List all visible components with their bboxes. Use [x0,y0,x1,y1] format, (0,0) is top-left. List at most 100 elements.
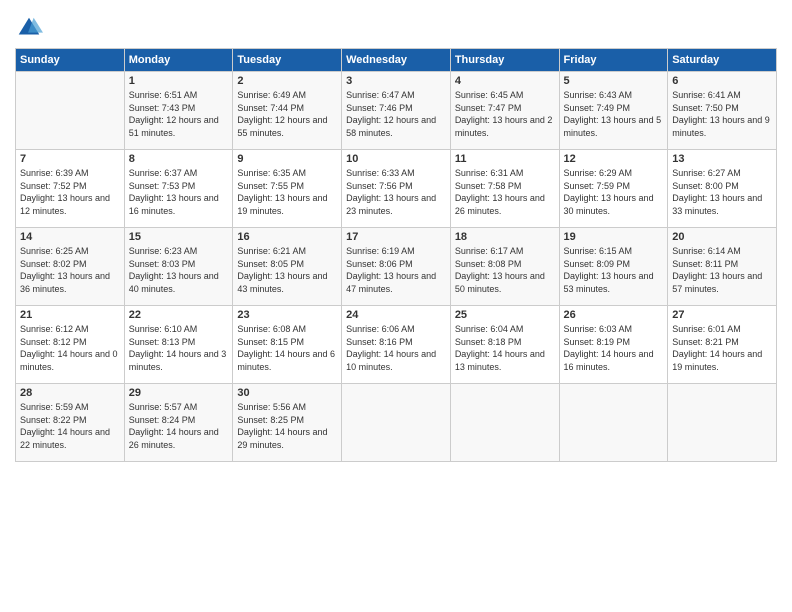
day-info: Sunrise: 6:45 AMSunset: 7:47 PMDaylight:… [455,89,555,139]
day-number: 7 [20,153,120,165]
day-number: 4 [455,75,555,87]
col-header-wednesday: Wednesday [342,49,451,72]
day-number: 6 [672,75,772,87]
day-info: Sunrise: 6:51 AMSunset: 7:43 PMDaylight:… [129,89,229,139]
day-cell: 2 Sunrise: 6:49 AMSunset: 7:44 PMDayligh… [233,72,342,150]
main-container: SundayMondayTuesdayWednesdayThursdayFrid… [0,0,792,472]
day-number: 13 [672,153,772,165]
day-info: Sunrise: 6:41 AMSunset: 7:50 PMDaylight:… [672,89,772,139]
day-cell: 23 Sunrise: 6:08 AMSunset: 8:15 PMDaylig… [233,306,342,384]
day-number: 23 [237,309,337,321]
day-info: Sunrise: 6:49 AMSunset: 7:44 PMDaylight:… [237,89,337,139]
day-number: 8 [129,153,229,165]
col-header-tuesday: Tuesday [233,49,342,72]
day-info: Sunrise: 6:25 AMSunset: 8:02 PMDaylight:… [20,245,120,295]
day-number: 15 [129,231,229,243]
day-cell: 8 Sunrise: 6:37 AMSunset: 7:53 PMDayligh… [124,150,233,228]
week-row-1: 1 Sunrise: 6:51 AMSunset: 7:43 PMDayligh… [16,72,777,150]
day-cell: 10 Sunrise: 6:33 AMSunset: 7:56 PMDaylig… [342,150,451,228]
day-info: Sunrise: 6:43 AMSunset: 7:49 PMDaylight:… [564,89,664,139]
day-cell [16,72,125,150]
day-number: 21 [20,309,120,321]
day-info: Sunrise: 6:29 AMSunset: 7:59 PMDaylight:… [564,167,664,217]
day-info: Sunrise: 6:15 AMSunset: 8:09 PMDaylight:… [564,245,664,295]
header [15,10,777,42]
day-number: 17 [346,231,446,243]
day-info: Sunrise: 6:35 AMSunset: 7:55 PMDaylight:… [237,167,337,217]
day-cell: 16 Sunrise: 6:21 AMSunset: 8:05 PMDaylig… [233,228,342,306]
day-number: 20 [672,231,772,243]
day-number: 28 [20,387,120,399]
day-cell: 14 Sunrise: 6:25 AMSunset: 8:02 PMDaylig… [16,228,125,306]
day-info: Sunrise: 6:19 AMSunset: 8:06 PMDaylight:… [346,245,446,295]
col-header-thursday: Thursday [450,49,559,72]
day-number: 27 [672,309,772,321]
day-info: Sunrise: 6:14 AMSunset: 8:11 PMDaylight:… [672,245,772,295]
day-cell: 19 Sunrise: 6:15 AMSunset: 8:09 PMDaylig… [559,228,668,306]
day-info: Sunrise: 6:06 AMSunset: 8:16 PMDaylight:… [346,323,446,373]
day-number: 18 [455,231,555,243]
day-info: Sunrise: 6:04 AMSunset: 8:18 PMDaylight:… [455,323,555,373]
day-info: Sunrise: 6:39 AMSunset: 7:52 PMDaylight:… [20,167,120,217]
day-cell: 6 Sunrise: 6:41 AMSunset: 7:50 PMDayligh… [668,72,777,150]
day-number: 2 [237,75,337,87]
day-number: 25 [455,309,555,321]
day-number: 16 [237,231,337,243]
day-cell: 30 Sunrise: 5:56 AMSunset: 8:25 PMDaylig… [233,384,342,462]
day-number: 3 [346,75,446,87]
week-row-2: 7 Sunrise: 6:39 AMSunset: 7:52 PMDayligh… [16,150,777,228]
day-info: Sunrise: 6:27 AMSunset: 8:00 PMDaylight:… [672,167,772,217]
day-number: 11 [455,153,555,165]
header-row: SundayMondayTuesdayWednesdayThursdayFrid… [16,49,777,72]
day-number: 22 [129,309,229,321]
day-cell: 26 Sunrise: 6:03 AMSunset: 8:19 PMDaylig… [559,306,668,384]
day-number: 14 [20,231,120,243]
day-cell: 21 Sunrise: 6:12 AMSunset: 8:12 PMDaylig… [16,306,125,384]
day-number: 9 [237,153,337,165]
day-info: Sunrise: 6:10 AMSunset: 8:13 PMDaylight:… [129,323,229,373]
col-header-saturday: Saturday [668,49,777,72]
day-number: 19 [564,231,664,243]
day-info: Sunrise: 6:37 AMSunset: 7:53 PMDaylight:… [129,167,229,217]
week-row-4: 21 Sunrise: 6:12 AMSunset: 8:12 PMDaylig… [16,306,777,384]
day-cell: 4 Sunrise: 6:45 AMSunset: 7:47 PMDayligh… [450,72,559,150]
logo [15,14,47,42]
day-info: Sunrise: 6:47 AMSunset: 7:46 PMDaylight:… [346,89,446,139]
day-info: Sunrise: 5:59 AMSunset: 8:22 PMDaylight:… [20,401,120,451]
day-info: Sunrise: 6:01 AMSunset: 8:21 PMDaylight:… [672,323,772,373]
day-info: Sunrise: 6:33 AMSunset: 7:56 PMDaylight:… [346,167,446,217]
day-info: Sunrise: 6:08 AMSunset: 8:15 PMDaylight:… [237,323,337,373]
day-cell: 29 Sunrise: 5:57 AMSunset: 8:24 PMDaylig… [124,384,233,462]
day-info: Sunrise: 6:17 AMSunset: 8:08 PMDaylight:… [455,245,555,295]
day-cell: 5 Sunrise: 6:43 AMSunset: 7:49 PMDayligh… [559,72,668,150]
day-info: Sunrise: 6:03 AMSunset: 8:19 PMDaylight:… [564,323,664,373]
day-cell [342,384,451,462]
day-cell: 18 Sunrise: 6:17 AMSunset: 8:08 PMDaylig… [450,228,559,306]
day-info: Sunrise: 5:57 AMSunset: 8:24 PMDaylight:… [129,401,229,451]
day-cell: 28 Sunrise: 5:59 AMSunset: 8:22 PMDaylig… [16,384,125,462]
day-number: 29 [129,387,229,399]
day-info: Sunrise: 5:56 AMSunset: 8:25 PMDaylight:… [237,401,337,451]
day-info: Sunrise: 6:23 AMSunset: 8:03 PMDaylight:… [129,245,229,295]
day-cell: 17 Sunrise: 6:19 AMSunset: 8:06 PMDaylig… [342,228,451,306]
day-cell: 22 Sunrise: 6:10 AMSunset: 8:13 PMDaylig… [124,306,233,384]
day-number: 30 [237,387,337,399]
day-cell: 1 Sunrise: 6:51 AMSunset: 7:43 PMDayligh… [124,72,233,150]
day-cell: 13 Sunrise: 6:27 AMSunset: 8:00 PMDaylig… [668,150,777,228]
logo-icon [15,14,43,42]
day-info: Sunrise: 6:31 AMSunset: 7:58 PMDaylight:… [455,167,555,217]
day-cell [450,384,559,462]
day-number: 5 [564,75,664,87]
day-cell: 11 Sunrise: 6:31 AMSunset: 7:58 PMDaylig… [450,150,559,228]
day-cell: 20 Sunrise: 6:14 AMSunset: 8:11 PMDaylig… [668,228,777,306]
col-header-monday: Monday [124,49,233,72]
day-number: 12 [564,153,664,165]
day-cell: 15 Sunrise: 6:23 AMSunset: 8:03 PMDaylig… [124,228,233,306]
day-cell: 24 Sunrise: 6:06 AMSunset: 8:16 PMDaylig… [342,306,451,384]
week-row-3: 14 Sunrise: 6:25 AMSunset: 8:02 PMDaylig… [16,228,777,306]
day-cell: 3 Sunrise: 6:47 AMSunset: 7:46 PMDayligh… [342,72,451,150]
day-cell: 9 Sunrise: 6:35 AMSunset: 7:55 PMDayligh… [233,150,342,228]
day-cell: 25 Sunrise: 6:04 AMSunset: 8:18 PMDaylig… [450,306,559,384]
day-cell: 7 Sunrise: 6:39 AMSunset: 7:52 PMDayligh… [16,150,125,228]
col-header-sunday: Sunday [16,49,125,72]
